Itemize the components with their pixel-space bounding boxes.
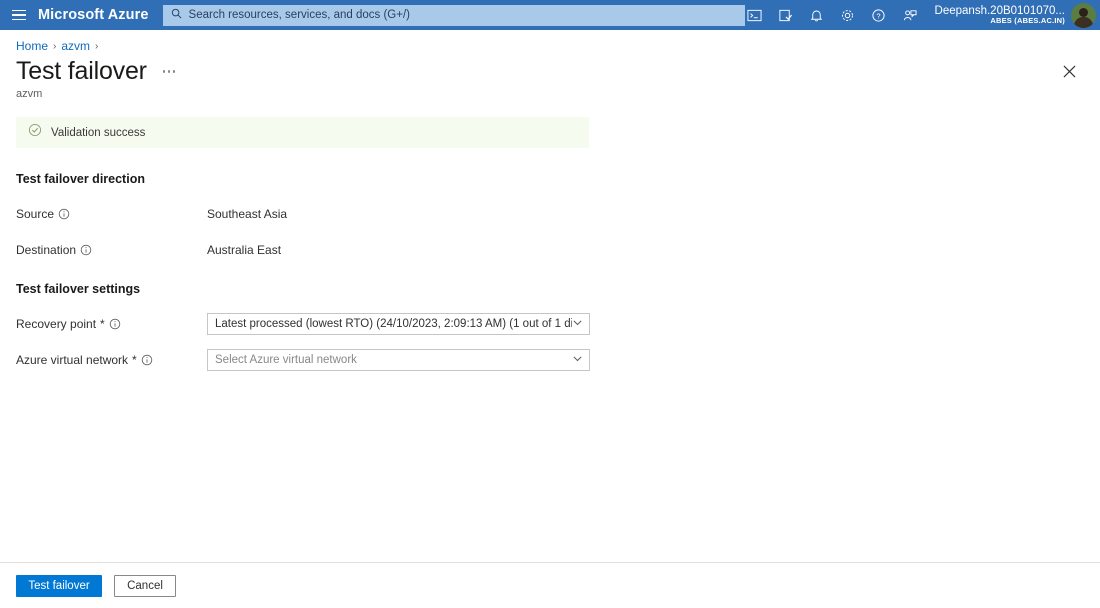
avatar-body bbox=[1074, 16, 1093, 28]
field-destination: Destination Australia East bbox=[16, 241, 1084, 258]
azure-virtual-network-placeholder: Select Azure virtual network bbox=[215, 353, 357, 366]
info-icon[interactable] bbox=[58, 208, 70, 220]
test-failover-button[interactable]: Test failover bbox=[16, 574, 102, 597]
required-asterisk: * bbox=[132, 352, 137, 367]
dot bbox=[167, 70, 171, 73]
avatar[interactable] bbox=[1071, 2, 1096, 28]
account-menu[interactable]: Deepansh.20B0101070... ABES (ABES.AC.IN) bbox=[925, 0, 1100, 30]
hamburger-line bbox=[12, 9, 26, 12]
field-source: Source Southeast Asia bbox=[16, 205, 1084, 222]
search-input[interactable] bbox=[188, 9, 737, 21]
destination-label-text: Destination bbox=[16, 242, 77, 257]
breadcrumb-separator-icon: › bbox=[53, 40, 57, 52]
page-subtitle: azvm bbox=[16, 88, 43, 100]
chevron-down-icon bbox=[572, 315, 583, 333]
breadcrumb-separator-icon: › bbox=[95, 40, 99, 52]
recovery-point-selected-value: Latest processed (lowest RTO) (24/10/202… bbox=[215, 317, 572, 330]
dot bbox=[162, 70, 166, 73]
breadcrumb: Home › azvm › bbox=[16, 30, 1084, 53]
directories-subscriptions-icon[interactable] bbox=[770, 0, 801, 30]
top-bar-actions: ? Deepansh.20B0101070... ABES (ABES.AC.I… bbox=[739, 0, 1100, 30]
account-text: Deepansh.20B0101070... ABES (ABES.AC.IN) bbox=[935, 5, 1065, 25]
field-value-destination: Australia East bbox=[207, 242, 282, 257]
notifications-bell-icon[interactable] bbox=[801, 0, 832, 30]
blade-body: Home › azvm › Test failover azvm Validat… bbox=[0, 30, 1100, 608]
field-label-azure-virtual-network: Azure virtual network * bbox=[16, 353, 207, 367]
avatar-head bbox=[1079, 7, 1088, 17]
page-title: Test failover bbox=[16, 57, 147, 85]
azure-top-navigation-bar: Microsoft Azure Search resources, servic… bbox=[0, 0, 1100, 30]
section-title-settings: Test failover settings bbox=[16, 282, 141, 296]
breadcrumb-item-home[interactable]: Home bbox=[16, 39, 48, 53]
page-title-row: Test failover bbox=[16, 57, 1084, 86]
chevron-down-icon bbox=[572, 351, 583, 369]
field-label-source: Source bbox=[16, 207, 207, 221]
validation-success-banner: Validation success bbox=[16, 117, 589, 148]
info-icon[interactable] bbox=[141, 354, 153, 366]
search-icon bbox=[171, 6, 182, 24]
field-value-source: Southeast Asia bbox=[207, 206, 288, 221]
blade-footer: Test failover Cancel bbox=[0, 562, 1100, 608]
breadcrumb-item-azvm[interactable]: azvm bbox=[61, 39, 90, 53]
info-icon[interactable] bbox=[109, 318, 121, 330]
more-options-icon[interactable] bbox=[160, 64, 179, 79]
account-organization: ABES (ABES.AC.IN) bbox=[990, 16, 1065, 26]
recovery-point-label-text: Recovery point bbox=[16, 316, 97, 331]
hamburger-line bbox=[12, 18, 26, 21]
hamburger-menu-icon[interactable] bbox=[0, 0, 38, 30]
azure-virtual-network-dropdown[interactable]: Select Azure virtual network bbox=[207, 348, 590, 371]
feedback-icon[interactable] bbox=[894, 0, 925, 30]
help-question-icon[interactable]: ? bbox=[863, 0, 894, 30]
recovery-point-dropdown[interactable]: Latest processed (lowest RTO) (24/10/202… bbox=[207, 312, 590, 335]
global-search-box[interactable] bbox=[162, 4, 745, 26]
svg-text:?: ? bbox=[876, 11, 880, 20]
settings-gear-icon[interactable] bbox=[832, 0, 863, 30]
field-label-recovery-point: Recovery point * bbox=[16, 317, 207, 331]
cancel-button[interactable]: Cancel bbox=[114, 574, 176, 597]
field-label-destination: Destination bbox=[16, 243, 207, 257]
check-circle-icon bbox=[28, 123, 42, 142]
cloud-shell-icon[interactable] bbox=[739, 0, 770, 30]
required-asterisk: * bbox=[100, 316, 105, 331]
source-label-text: Source bbox=[16, 206, 55, 221]
azure-virtual-network-label-text: Azure virtual network bbox=[16, 352, 129, 367]
field-azure-virtual-network: Azure virtual network * Select Azure vir… bbox=[16, 348, 1084, 371]
hamburger-line bbox=[12, 14, 26, 16]
azure-brand-title[interactable]: Microsoft Azure bbox=[38, 7, 149, 23]
close-icon[interactable] bbox=[1054, 56, 1084, 86]
validation-message: Validation success bbox=[51, 126, 146, 139]
test-failover-blade: Home › azvm › Test failover azvm Validat… bbox=[0, 30, 1100, 371]
dot bbox=[172, 70, 176, 73]
info-icon[interactable] bbox=[80, 244, 92, 256]
field-recovery-point: Recovery point * Latest processed (lowes… bbox=[16, 312, 1084, 335]
section-title-direction: Test failover direction bbox=[16, 172, 145, 186]
